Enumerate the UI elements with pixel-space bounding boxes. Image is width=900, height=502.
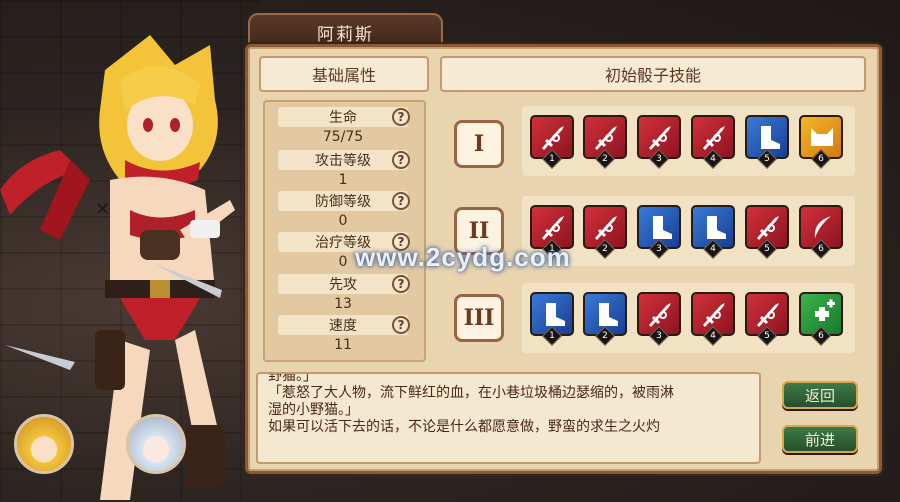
- help-icon[interactable]: ?: [392, 151, 410, 169]
- stat-value-initiative: 13: [334, 296, 352, 312]
- stat-label-defense: 防御等级: [278, 191, 408, 211]
- skill-die[interactable]: 1: [530, 292, 574, 346]
- help-icon[interactable]: ?: [392, 192, 410, 210]
- svg-text:✕: ✕: [95, 199, 110, 220]
- help-icon[interactable]: ?: [392, 316, 410, 334]
- description-line: 湿的小野猫。」: [268, 402, 359, 418]
- skill-die[interactable]: 5: [745, 205, 789, 259]
- attributes-header: 基础属性: [259, 56, 429, 92]
- stat-label-attack: 攻击等级: [278, 150, 408, 170]
- skill-die[interactable]: 6: [799, 205, 843, 259]
- skill-die[interactable]: 6: [799, 115, 843, 169]
- description-box: 野猫。」 「惹怒了大人物，流下鲜红的血，在小巷垃圾桶边瑟缩的，被雨淋 湿的小野猫…: [256, 372, 761, 464]
- skill-die[interactable]: 4: [691, 292, 735, 346]
- skill-die[interactable]: 2: [583, 292, 627, 346]
- dice-set-numeral: III: [454, 294, 504, 342]
- skill-die[interactable]: 2: [583, 115, 627, 169]
- party-avatar-alice[interactable]: [14, 414, 74, 474]
- skill-die[interactable]: 6: [799, 292, 843, 346]
- skill-die[interactable]: 3: [637, 115, 681, 169]
- dice-set-numeral: I: [454, 120, 504, 168]
- stat-value-hp: 75/75: [322, 129, 364, 145]
- description-line: 如果可以活下去的话，不论是什么都愿意做，野蛮的求生之火灼: [268, 419, 660, 435]
- stat-value-defense: 0: [338, 213, 348, 229]
- skill-die[interactable]: 5: [745, 292, 789, 346]
- stat-label-speed: 速度: [278, 315, 408, 335]
- attributes-header-label: 基础属性: [311, 66, 376, 85]
- description-line: 野猫。」: [268, 372, 317, 384]
- stat-value-attack: 1: [338, 172, 348, 188]
- stat-label-initiative: 先攻: [278, 274, 408, 294]
- skill-die[interactable]: 3: [637, 292, 681, 346]
- dice-skills-header: 初始骰子技能: [440, 56, 866, 92]
- skill-die[interactable]: 4: [691, 205, 735, 259]
- help-icon[interactable]: ?: [392, 108, 410, 126]
- back-button[interactable]: 返回: [782, 381, 858, 409]
- description-line: 「惹怒了大人物，流下鲜红的血，在小巷垃圾桶边瑟缩的，被雨淋: [268, 385, 674, 401]
- skill-die[interactable]: 4: [691, 115, 735, 169]
- skill-die[interactable]: 5: [745, 115, 789, 169]
- dice-skills-header-label: 初始骰子技能: [604, 66, 701, 85]
- help-icon[interactable]: ?: [392, 275, 410, 293]
- skill-die[interactable]: 1: [530, 115, 574, 169]
- character-name: 阿莉斯: [317, 24, 374, 45]
- watermark-text: www.2cydg.com: [355, 242, 571, 272]
- stat-value-speed: 11: [334, 337, 352, 353]
- stat-label-hp: 生命: [278, 107, 408, 127]
- skill-die[interactable]: 3: [637, 205, 681, 259]
- next-button[interactable]: 前进: [782, 425, 858, 453]
- party-avatar-silver-hair[interactable]: [126, 414, 186, 474]
